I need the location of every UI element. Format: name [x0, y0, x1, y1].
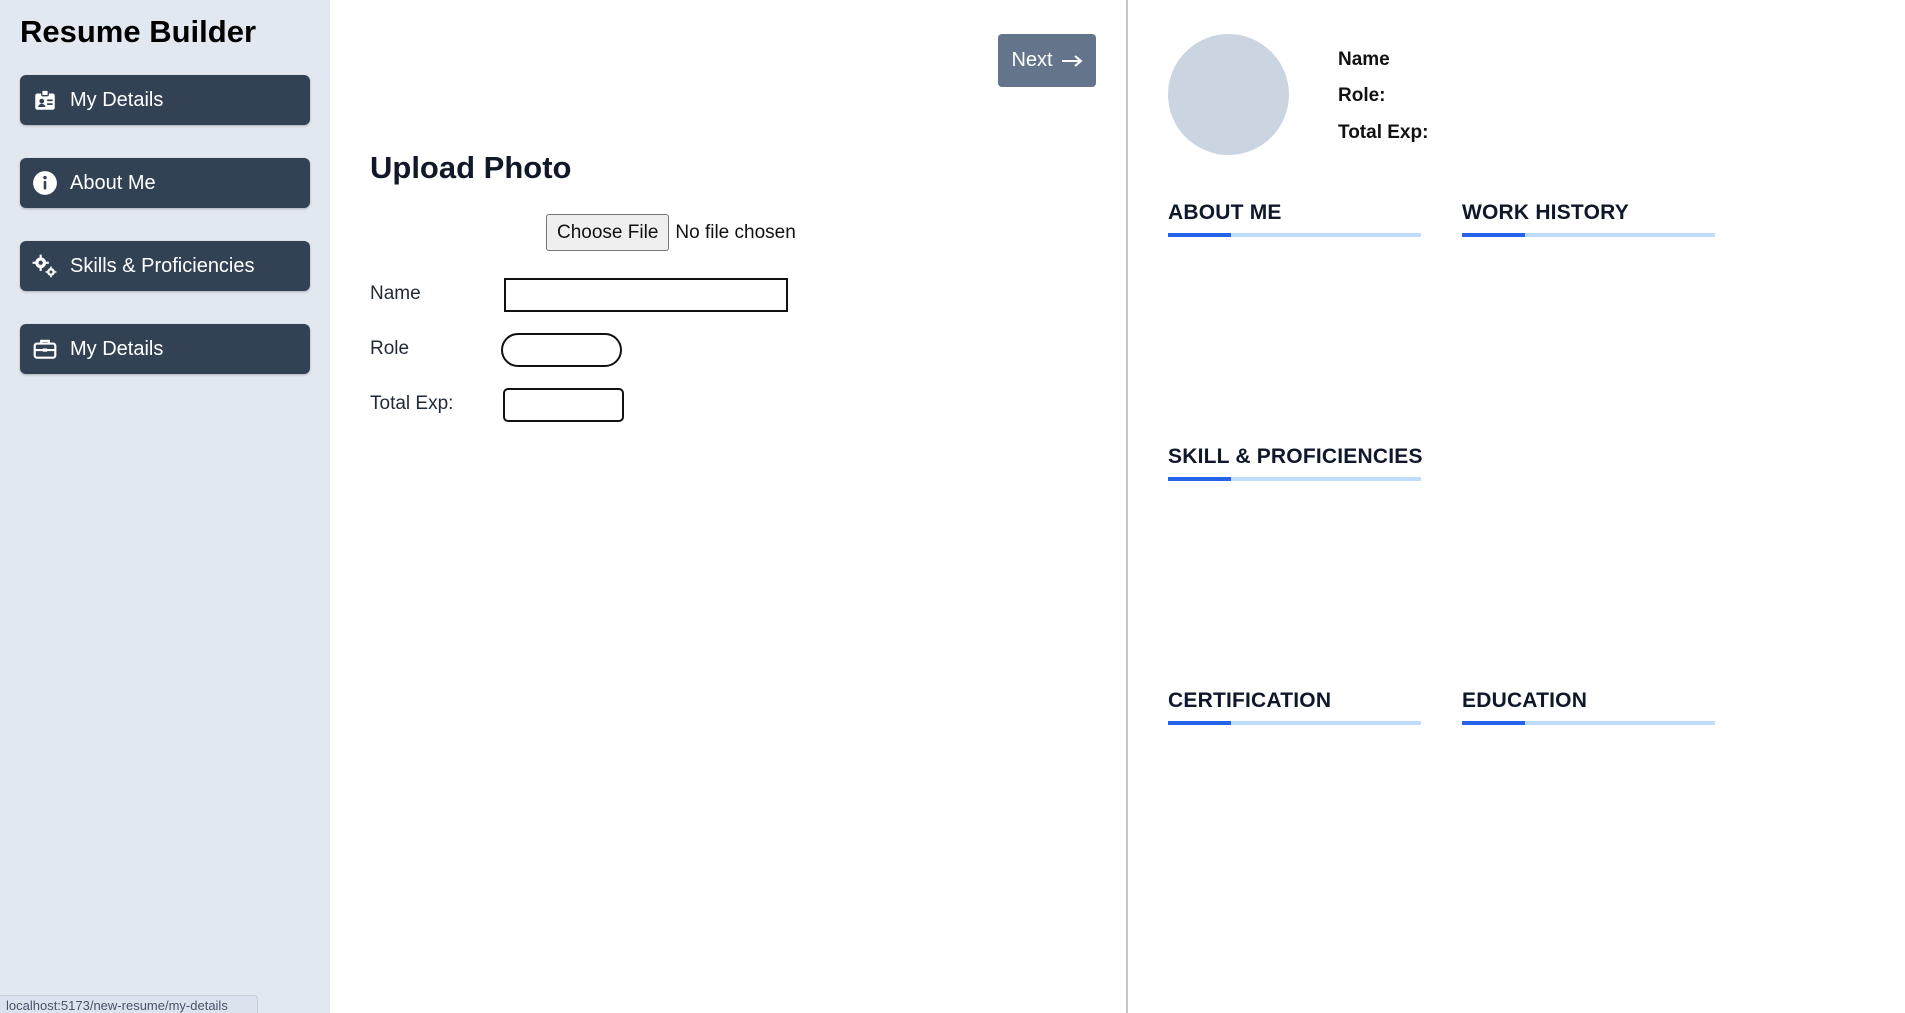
next-button-label: Next — [1011, 49, 1053, 71]
resume-preview: Name Role: Total Exp: ABOUT ME WORK HIST… — [1128, 0, 1905, 1013]
briefcase-icon — [32, 336, 58, 362]
file-status: No file chosen — [675, 221, 796, 243]
total-exp-label: Total Exp: — [370, 393, 454, 414]
info-circle-icon — [32, 170, 58, 196]
education-underline — [1462, 721, 1715, 725]
sidebar-item-label: My Details — [70, 337, 164, 360]
sidebar-item-my-details[interactable]: My Details — [20, 75, 310, 125]
upload-photo-heading: Upload Photo — [370, 150, 572, 185]
preview-name: Name — [1338, 49, 1390, 70]
arrow-right-icon — [1061, 54, 1083, 67]
certification-underline — [1168, 721, 1421, 725]
skills-heading: SKILL & PROFICIENCIES — [1168, 445, 1423, 468]
status-bar-url: localhost:5173/new-resume/my-details — [0, 995, 258, 1013]
education-heading: EDUCATION — [1462, 689, 1588, 712]
preview-total-exp: Total Exp: — [1338, 122, 1429, 143]
file-input[interactable]: Choose File No file chosen — [546, 214, 796, 251]
gears-icon — [32, 253, 58, 279]
name-label: Name — [370, 283, 421, 304]
sidebar-item-label: My Details — [70, 88, 164, 111]
sidebar-item-work-details[interactable]: My Details — [20, 324, 310, 374]
role-input[interactable] — [501, 333, 622, 367]
avatar — [1168, 34, 1289, 155]
total-exp-input[interactable] — [503, 388, 624, 422]
about-me-heading: ABOUT ME — [1168, 201, 1282, 224]
work-history-underline — [1462, 233, 1715, 237]
id-badge-icon — [32, 87, 58, 113]
about-me-underline — [1168, 233, 1421, 237]
skills-underline — [1168, 477, 1421, 481]
sidebar: Resume Builder My Details About Me Skill… — [0, 0, 330, 1013]
sidebar-item-about-me[interactable]: About Me — [20, 158, 310, 208]
work-history-heading: WORK HISTORY — [1462, 201, 1629, 224]
app-title: Resume Builder — [20, 14, 257, 49]
editor-panel: Next Upload Photo Choose File No file ch… — [330, 0, 1136, 1013]
name-input[interactable] — [504, 278, 788, 312]
next-button[interactable]: Next — [998, 34, 1096, 87]
choose-file-button[interactable]: Choose File — [546, 214, 670, 251]
role-label: Role — [370, 338, 410, 359]
preview-role: Role: — [1338, 85, 1386, 106]
certification-heading: CERTIFICATION — [1168, 689, 1332, 712]
sidebar-item-skills[interactable]: Skills & Proficiencies — [20, 241, 310, 291]
sidebar-item-label: About Me — [70, 171, 156, 194]
sidebar-item-label: Skills & Proficiencies — [70, 254, 255, 277]
